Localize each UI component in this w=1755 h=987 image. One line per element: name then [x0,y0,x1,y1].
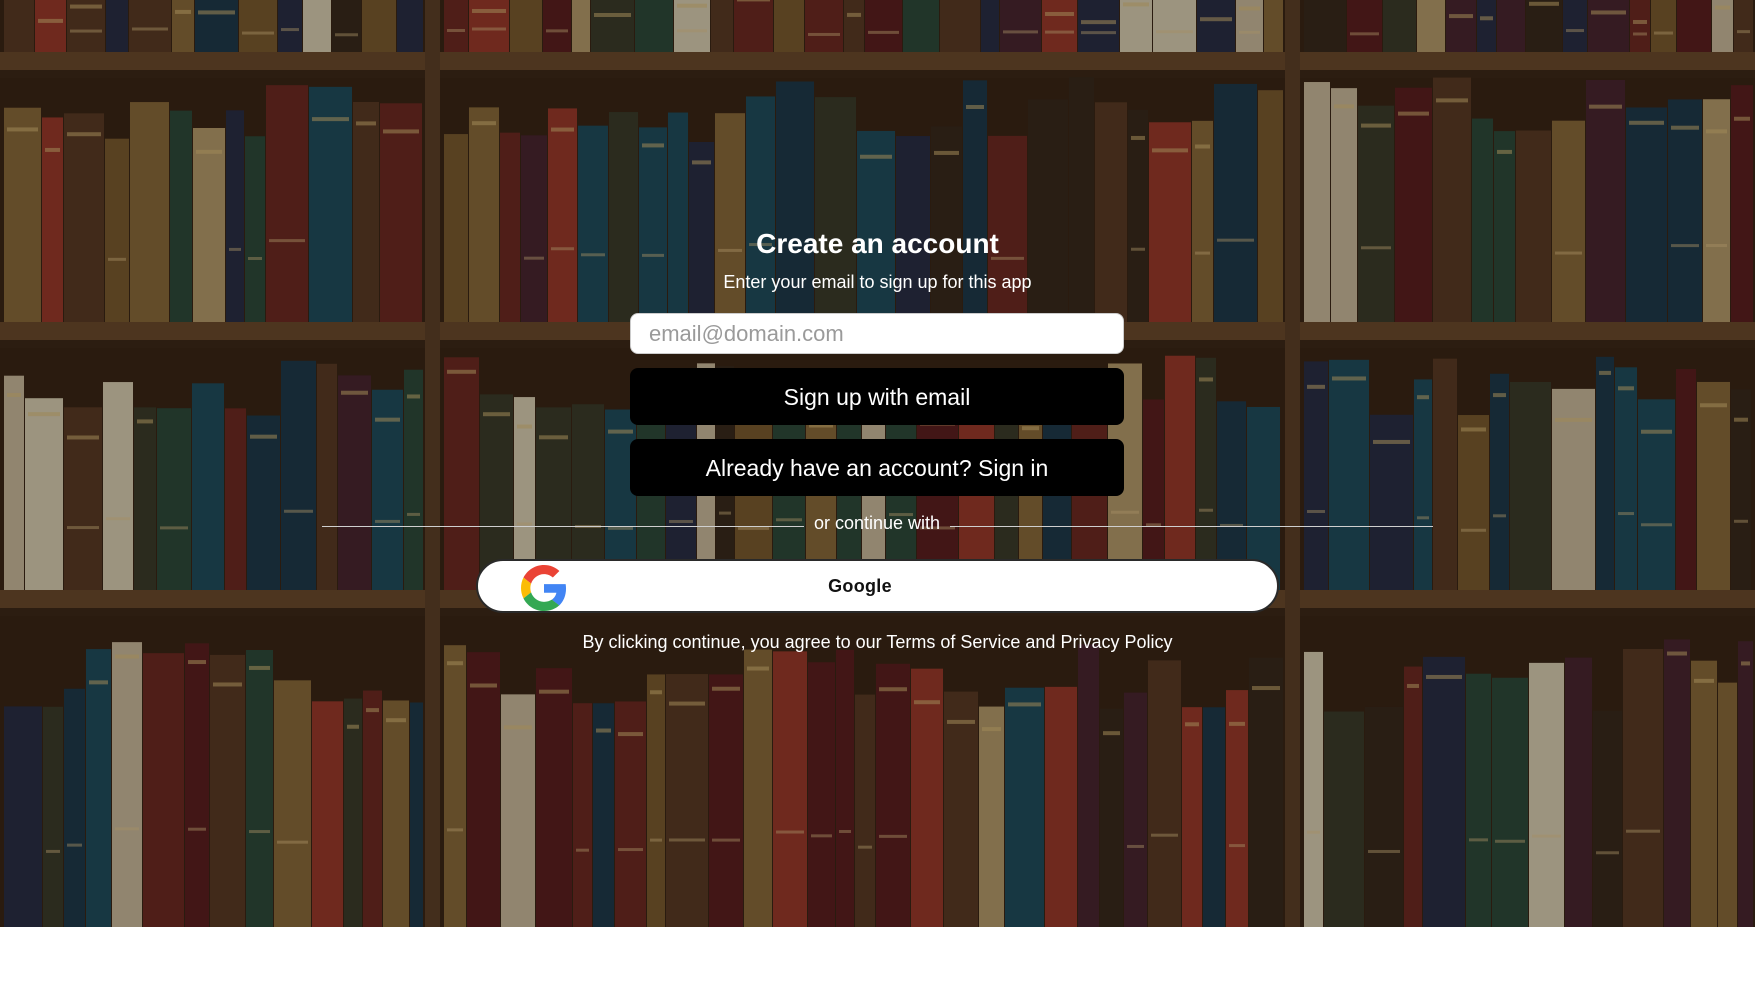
terms-of-service-link[interactable]: Terms of Service [886,632,1020,652]
privacy-policy-link[interactable]: Privacy Policy [1060,632,1172,652]
email-input[interactable] [630,313,1124,354]
terms-and: and [1025,632,1056,652]
divider-text: or continue with [813,513,941,533]
google-button-label: Google [828,576,892,596]
page-title: Create an account [756,228,999,259]
signin-button[interactable]: Already have an account? Sign in [630,439,1124,496]
terms-prefix: By clicking continue, you agree to our [582,632,882,652]
signup-email-button[interactable]: Sign up with email [630,368,1124,425]
divider-line-right [950,526,1433,527]
page-subtitle: Enter your email to sign up for this app [723,272,1032,292]
divider-line-left [322,526,804,527]
google-signin-button[interactable]: Google [476,559,1279,613]
terms-text: By clicking continue, you agree to our T… [0,632,1755,653]
signup-form: Create an account Enter your email to si… [0,0,1755,927]
